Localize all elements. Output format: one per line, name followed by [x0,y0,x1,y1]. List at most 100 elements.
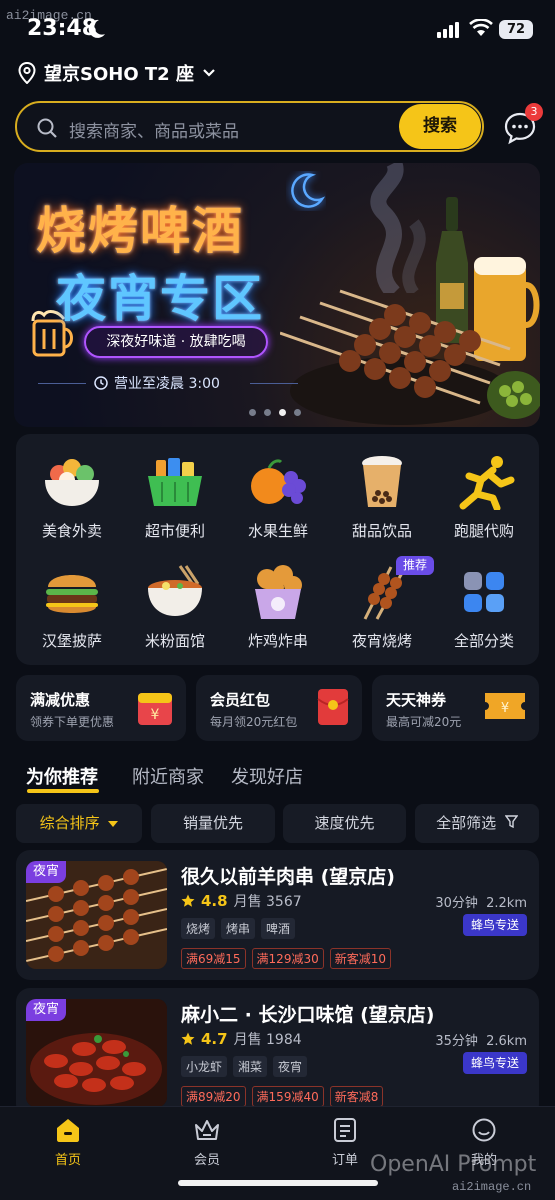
sort-sales[interactable]: 销量优先 [151,804,275,843]
promo-chip: 满129减30 [251,948,324,969]
search-button[interactable]: 搜索 [399,104,481,149]
coupon-subtitle: 领券下单更优惠 [30,715,115,729]
tab-recommended[interactable]: 为你推荐 [26,763,98,789]
coupon-card-discount[interactable]: 满减优惠 领券下单更优惠 ¥ [16,675,186,741]
crown-icon [195,1120,219,1140]
category-supermarket[interactable]: 超市便利 [123,450,227,541]
banner-divider-right [250,383,298,384]
status-bar: 23:48 72 [0,0,555,56]
store-promos: 满89减20 满159减40 新客减8 [181,1086,384,1107]
neon-moon-icon [291,173,326,208]
carousel-dot-active[interactable] [279,409,286,416]
fried-chicken-icon [255,565,302,619]
home-indicator[interactable] [178,1180,378,1186]
store-eta: 30分钟 [435,896,478,911]
sort-comprehensive[interactable]: 综合排序 [16,804,142,843]
nav-label: 首页 [54,1153,81,1168]
promo-chip: 满159减40 [251,1086,324,1107]
sort-speed[interactable]: 速度优先 [283,804,406,843]
coupon-subtitle: 每月领20元红包 [210,715,298,729]
search-icon [37,118,57,138]
ticket-icon: ¥ [485,693,525,719]
store-eta: 35分钟 [435,1034,478,1049]
category-label: 炸鸡炸串 [247,632,308,650]
carousel-dot[interactable] [294,409,301,416]
coupon-card-member[interactable]: 会员红包 每月领20元红包 [196,675,362,741]
wifi-icon [469,19,493,36]
category-label: 全部分类 [453,632,514,650]
store-tag-chip: 啤酒 [261,918,296,939]
shopping-basket-icon [148,458,202,506]
store-tag-chip: 烤串 [221,918,256,939]
nav-label: 会员 [193,1153,220,1168]
runner-icon [459,456,515,510]
grilled-skewers-image [280,289,540,425]
location-selector[interactable]: 望京SOHO T2 座 [18,58,216,88]
coupon-title: 会员红包 [210,691,271,709]
banner-title-line2: 夜宵专区 [56,270,264,328]
chevron-down-icon [203,69,215,77]
message-badge: 3 [525,103,543,121]
store-card[interactable]: 夜宵 麻小二 · 长沙口味馆 (望京店) 4.7 月售 1984 35分钟 2.… [16,988,539,1118]
bubble-tea-icon [362,456,402,507]
store-distance: 2.6km [486,1034,527,1049]
filter-label: 全部筛选 [436,814,497,832]
watermark-url: ai2image.cn [452,1180,532,1194]
category-errands[interactable]: 跑腿代购 [432,450,536,541]
order-list-icon [334,1118,356,1142]
banner-divider-left [38,383,86,384]
status-time: 23:48 [27,16,98,41]
store-eta-distance: 35分钟 2.6km [435,1030,527,1049]
category-all[interactable]: 全部分类 [432,560,536,651]
carousel-dot[interactable] [264,409,271,416]
store-rating: 4.8 [201,892,228,910]
category-fruit[interactable]: 水果生鲜 [226,450,330,541]
sort-label: 综合排序 [39,814,100,832]
profile-icon [472,1118,496,1142]
promo-chip: 新客减10 [329,948,392,969]
category-label: 美食外卖 [41,522,102,540]
tab-nearby[interactable]: 附近商家 [132,763,204,789]
store-meta: 4.7 月售 1984 [181,1029,302,1049]
star-icon [181,1032,195,1045]
tab-discover[interactable]: 发现好店 [231,763,303,789]
promo-banner[interactable]: 烧烤啤酒 夜宵专区 深夜好味道 · 放肆吃喝 营业至凌晨 3:00 [14,163,540,427]
delivery-badge: 蜂鸟专送 [462,1052,527,1074]
banner-title-line1: 烧烤啤酒 [36,202,244,260]
store-monthly-sales: 月售 1984 [233,1032,302,1048]
carousel-dots [249,409,301,416]
banner-tagline: 深夜好味道 · 放肆吃喝 [84,326,268,358]
category-label: 水果生鲜 [247,522,308,540]
promo-chip: 满69减15 [181,948,246,969]
store-tags: 小龙虾 湘菜 夜宵 [181,1056,308,1077]
svg-text:¥: ¥ [501,701,509,716]
watermark-brand: OpenAI Prompt [370,1152,537,1177]
coupon-title: 天天神券 [386,691,447,709]
nav-member[interactable]: 会员 [167,1117,247,1168]
category-fried-chicken[interactable]: 炸鸡炸串 [226,560,330,651]
banner-hours-text: 营业至凌晨 3:00 [114,376,220,392]
store-tag: 夜宵 [26,999,66,1021]
category-grid: 美食外卖 超市便利 水果生鲜 甜品饮品 跑腿代购 汉堡披萨 米粉面馆 炸鸡炸串 … [16,434,539,665]
coupon-card-daily[interactable]: 天天神券 最高可减20元 ¥ [372,675,539,741]
store-tag: 夜宵 [26,861,66,883]
category-label: 超市便利 [144,522,205,540]
discount-coupon-icon: ¥ [138,693,172,725]
carousel-dot[interactable] [249,409,256,416]
search-placeholder: 搜索商家、商品或菜品 [69,122,239,142]
burger-icon [46,575,98,613]
store-card[interactable]: 夜宵 很久以前羊肉串 (望京店) 4.8 月售 3567 30分钟 2.2km … [16,850,539,980]
cellular-signal-icon [437,22,459,38]
category-desserts-drinks[interactable]: 甜品饮品 [330,450,434,541]
battery-indicator: 72 [499,20,533,39]
nav-home[interactable]: 首页 [28,1117,108,1168]
category-burger-pizza[interactable]: 汉堡披萨 [20,560,124,651]
store-tag-chip: 夜宵 [273,1056,308,1077]
promo-chip: 满89减20 [181,1086,246,1107]
banner-hours: 营业至凌晨 3:00 [94,373,220,393]
recommend-badge: 推荐 [396,556,434,575]
filter-all[interactable]: 全部筛选 [415,804,539,843]
category-food-delivery[interactable]: 美食外卖 [20,450,124,541]
category-noodles[interactable]: 米粉面馆 [123,560,227,651]
store-distance: 2.2km [486,896,527,911]
